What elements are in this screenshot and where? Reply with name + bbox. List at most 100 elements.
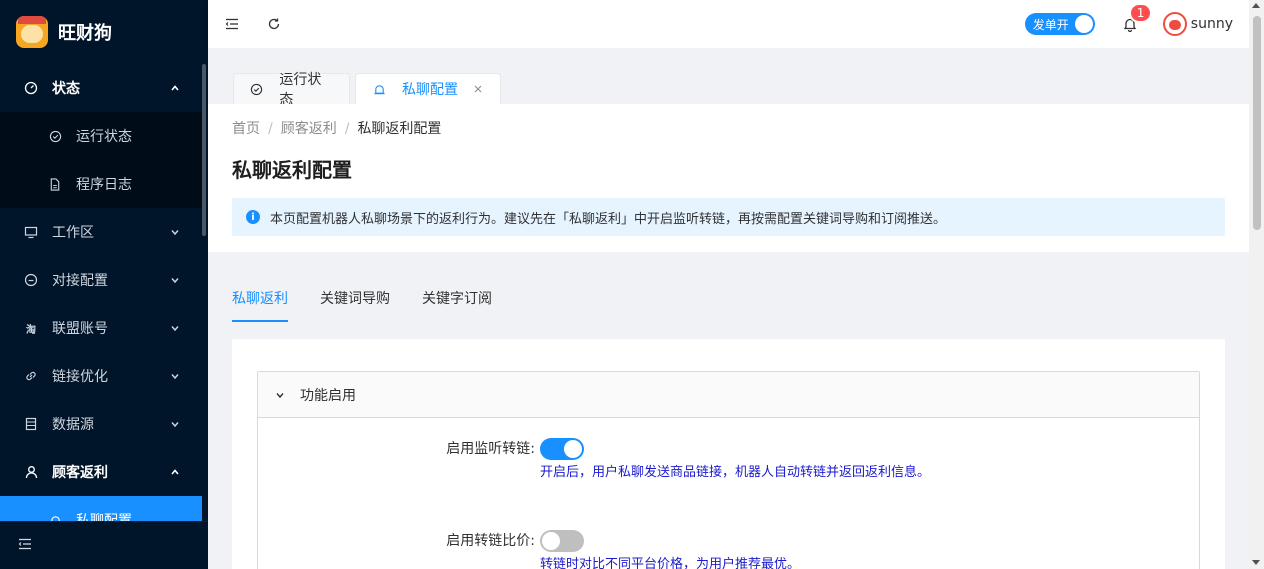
file-icon	[48, 177, 62, 191]
sidebar-scrollbar[interactable]	[202, 64, 206, 236]
smile-icon	[24, 273, 38, 287]
chevron-down-icon	[170, 227, 180, 237]
top-header: 发单开 1 sunny	[208, 0, 1249, 48]
config-tabs: 私聊返利 关键词导购 关键字订阅	[232, 288, 524, 322]
dashboard-icon	[24, 81, 38, 95]
submenu-customer-rebate: 私聊配置	[0, 496, 202, 521]
panel-header[interactable]: 功能启用	[258, 372, 1199, 418]
alert-text: 本页配置机器人私聊场景下的返利行为。建议先在「私聊返利」中开启监听转链，再按需配…	[270, 211, 947, 227]
submenu-status: 运行状态 程序日志	[0, 112, 202, 208]
sidebar-item-label: 联盟账号	[52, 321, 108, 337]
panel-title: 功能启用	[300, 387, 356, 404]
sidebar-item-customer-rebate[interactable]: 顾客返利	[0, 448, 202, 496]
link-icon	[24, 369, 38, 383]
sidebar-item-integration[interactable]: 对接配置	[0, 256, 202, 304]
username[interactable]: sunny	[1191, 16, 1233, 32]
monitor-link-switch[interactable]	[540, 438, 584, 460]
sidebar: 旺财狗 状态 运行状态 程序日志 工作区 对接配置 淘 联盟账号 链接优化 数据…	[0, 0, 208, 569]
tab-keyword-guide[interactable]: 关键词导购	[320, 288, 390, 322]
info-icon: i	[246, 210, 260, 224]
chevron-up-icon	[170, 467, 180, 477]
form-hint: 开启后，用户私聊发送商品链接，机器人自动转链并返回返利信息。	[540, 465, 931, 480]
breadcrumb: 首页 / 顾客返利 / 私聊返利配置	[232, 121, 442, 137]
sidebar-item-label: 对接配置	[52, 273, 108, 289]
scroll-down-icon[interactable]	[1252, 560, 1260, 565]
page-header: 首页 / 顾客返利 / 私聊返利配置 私聊返利配置 i 本页配置机器人私聊场景下的返利行…	[208, 104, 1249, 252]
price-compare-switch[interactable]	[540, 530, 584, 552]
sidebar-item-private-chat-config[interactable]: 私聊配置	[0, 496, 202, 521]
tab-private-chat-config[interactable]: 私聊配置	[355, 73, 501, 104]
sidebar-item-status[interactable]: 状态	[0, 64, 202, 112]
sidebar-item-workspace[interactable]: 工作区	[0, 208, 202, 256]
sidebar-item-label: 状态	[52, 81, 80, 97]
chevron-down-icon	[170, 371, 180, 381]
sidebar-item-label: 顾客返利	[52, 465, 108, 481]
form-row-monitor-link: 启用监听转链: 开启后，用户私聊发送商品链接，机器人自动转链并返回返利信息。	[258, 438, 1201, 508]
alert-icon	[372, 82, 386, 96]
breadcrumb-home[interactable]: 首页	[232, 121, 260, 137]
sidebar-item-label: 工作区	[52, 225, 94, 241]
form-hint: 转链时对比不同平台价格，为用户推荐最优。	[540, 557, 801, 569]
chevron-up-icon	[170, 83, 180, 93]
chevron-down-icon	[170, 275, 180, 285]
page-tabs: 运行状态 私聊配置	[208, 48, 1249, 108]
sidebar-item-label: 私聊配置	[76, 513, 132, 521]
check-circle-icon	[250, 82, 263, 96]
info-alert: i 本页配置机器人私聊场景下的返利行为。建议先在「私聊返利」中开启监听转链，再按…	[232, 198, 1225, 236]
form-row-price-compare: 启用转链比价: 转链时对比不同平台价格，为用户推荐最优。	[258, 530, 1201, 569]
close-icon[interactable]	[472, 83, 484, 95]
breadcrumb-customer-rebate[interactable]: 顾客返利	[281, 121, 337, 137]
logo-image	[16, 16, 48, 48]
logo[interactable]: 旺财狗	[0, 0, 208, 64]
chevron-down-icon	[274, 389, 286, 401]
sidebar-item-program-log[interactable]: 程序日志	[0, 160, 202, 208]
chevron-down-icon	[170, 419, 180, 429]
tab-run-status[interactable]: 运行状态	[233, 72, 350, 108]
taobao-icon: 淘	[26, 324, 36, 336]
tab-label: 私聊配置	[402, 82, 458, 98]
scroll-up-icon[interactable]	[1252, 3, 1260, 8]
sidebar-footer	[0, 521, 208, 569]
menu-fold-icon[interactable]	[222, 14, 242, 34]
collapse-sidebar-icon[interactable]	[18, 538, 32, 554]
sidebar-item-union-account[interactable]: 淘 联盟账号	[0, 304, 202, 352]
check-circle-icon	[48, 129, 62, 143]
scrollbar-thumb[interactable]	[1253, 16, 1261, 230]
database-icon	[24, 417, 38, 431]
page-scrollbar[interactable]	[1249, 0, 1264, 569]
sidebar-item-label: 程序日志	[76, 177, 132, 193]
app-name: 旺财狗	[58, 23, 112, 44]
notification-bell-icon[interactable]: 1	[1121, 3, 1153, 33]
switch-knob	[564, 440, 582, 458]
tab-label: 运行状态	[279, 72, 322, 108]
sidebar-item-link-optimize[interactable]: 链接优化	[0, 352, 202, 400]
order-switch[interactable]: 发单开	[1024, 13, 1095, 35]
refresh-icon[interactable]	[264, 14, 284, 34]
chevron-down-icon	[170, 323, 180, 333]
breadcrumb-current: 私聊返利配置	[357, 121, 442, 137]
page-title: 私聊返利配置	[232, 158, 352, 182]
sidebar-item-data-source[interactable]: 数据源	[0, 400, 202, 448]
form-label: 启用监听转链:	[446, 441, 535, 457]
switch-knob	[542, 532, 560, 550]
form-label: 启用转链比价:	[446, 533, 535, 549]
alert-icon	[48, 513, 62, 521]
sidebar-item-label: 数据源	[52, 417, 94, 433]
sidebar-item-label: 运行状态	[76, 129, 132, 145]
user-icon	[24, 465, 38, 479]
avatar[interactable]	[1162, 12, 1187, 36]
tab-keyword-subscribe[interactable]: 关键字订阅	[422, 288, 492, 322]
switch-knob	[1074, 15, 1093, 33]
feature-panel: 功能启用 启用监听转链: 开启后，用户私聊发送商品链接，机器人自动转链并返回返利…	[257, 371, 1200, 569]
sidebar-item-run-status[interactable]: 运行状态	[0, 112, 202, 160]
sidebar-menu: 状态 运行状态 程序日志 工作区 对接配置 淘 联盟账号 链接优化 数据源 顾客…	[0, 64, 202, 521]
config-card: 功能启用 启用监听转链: 开启后，用户私聊发送商品链接，机器人自动转链并返回返利…	[232, 339, 1225, 569]
form-control: 转链时对比不同平台价格，为用户推荐最优。	[540, 530, 940, 569]
order-switch-label: 发单开	[1032, 17, 1069, 32]
monitor-icon	[24, 225, 38, 239]
notification-badge: 1	[1128, 3, 1153, 23]
tab-private-rebate[interactable]: 私聊返利	[232, 288, 288, 322]
form-control: 开启后，用户私聊发送商品链接，机器人自动转链并返回返利信息。	[540, 438, 940, 484]
sidebar-item-label: 链接优化	[52, 369, 108, 385]
header-right: 发单开 1 sunny	[1024, 0, 1233, 48]
